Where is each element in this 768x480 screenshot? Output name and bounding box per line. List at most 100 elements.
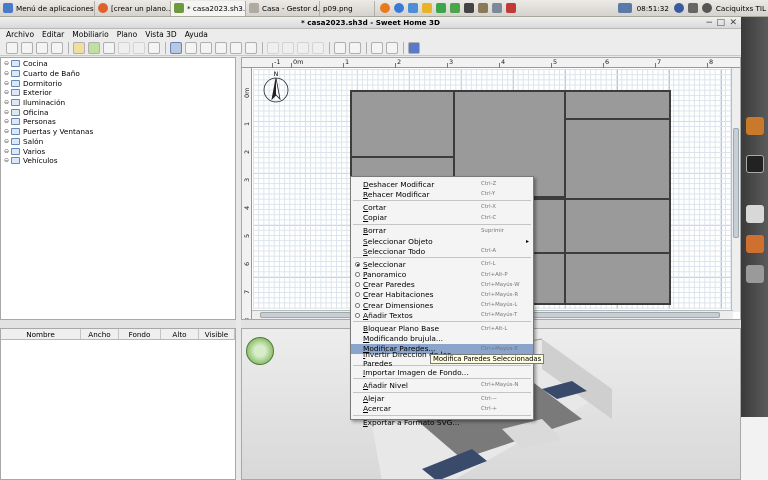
menu-item-anadir-nivel[interactable]: Añadir Nivel Ctrl+Mayús-N: [351, 380, 533, 390]
menu-item-alejar[interactable]: Alejar Ctrl-−: [351, 394, 533, 404]
gimp-icon[interactable]: [478, 3, 488, 13]
left-split-divider[interactable]: [0, 320, 236, 328]
pan-mode-icon[interactable]: [185, 41, 197, 54]
col-alto[interactable]: Alto: [161, 329, 199, 339]
chromium-icon[interactable]: [394, 3, 404, 13]
settings-icon[interactable]: [492, 3, 502, 13]
taskbar-app-menu[interactable]: Menú de aplicaciones: [0, 0, 95, 16]
expand-icon[interactable]: ⊖: [4, 89, 10, 96]
col-fondo[interactable]: Fondo: [119, 329, 161, 339]
taskbar-window-sweethome[interactable]: * casa2023.sh3...: [171, 0, 246, 16]
create-video-icon[interactable]: [386, 41, 398, 54]
maximize-button[interactable]: □: [716, 18, 725, 28]
compass[interactable]: N: [261, 70, 291, 106]
undo-icon[interactable]: [73, 41, 85, 54]
taskbar-window-image[interactable]: p09.png: [320, 0, 375, 16]
menu-editar[interactable]: Editar: [38, 30, 68, 39]
expand-icon[interactable]: ⊖: [4, 157, 10, 164]
user-icon[interactable]: [701, 3, 712, 13]
catalog-category-cocina[interactable]: ⊖ Cocina: [1, 59, 235, 69]
menu-item-crear-paredes[interactable]: Crear Paredes Ctrl+Mayús-W: [351, 280, 533, 290]
menu-vista3d[interactable]: Vista 3D: [141, 30, 180, 39]
text-style-icon[interactable]: [282, 41, 294, 54]
mail-icon[interactable]: [506, 3, 516, 13]
menu-item-seleccionar-objeto[interactable]: Seleccionar Objeto ▸: [351, 236, 533, 246]
menu-item-seleccionar-todo[interactable]: Seleccionar Todo Ctrl-A: [351, 246, 533, 256]
redo-icon[interactable]: [88, 41, 100, 54]
add-furniture-icon[interactable]: [148, 41, 160, 54]
menu-item-panoramico[interactable]: Panoramico Ctrl+Alt-P: [351, 270, 533, 280]
catalog-category-cuarto-de-bano[interactable]: ⊖ Cuarto de Baño: [1, 69, 235, 79]
room[interactable]: [564, 252, 671, 305]
rotate-text-icon[interactable]: [267, 41, 279, 54]
clock[interactable]: 08:51:32: [637, 4, 669, 13]
col-ancho[interactable]: Ancho: [81, 329, 119, 339]
room[interactable]: [564, 90, 671, 120]
close-button[interactable]: ✕: [729, 18, 737, 28]
bluetooth-icon[interactable]: [673, 3, 684, 13]
taskbar-window-browser[interactable]: [crear un plano...: [95, 0, 171, 16]
create-walls-icon[interactable]: [200, 41, 212, 54]
catalog-category-dormitorio[interactable]: ⊖ Dormitorio: [1, 78, 235, 88]
scrollbar-thumb[interactable]: [733, 128, 739, 238]
zoom-out-icon[interactable]: [334, 41, 346, 54]
firefox-icon[interactable]: [380, 3, 390, 13]
menu-item-bloquear-plano-base[interactable]: Bloquear Plano Base Ctrl+Alt-L: [351, 323, 533, 333]
room[interactable]: [564, 118, 671, 200]
text-italic-icon[interactable]: [312, 41, 324, 54]
cut-icon[interactable]: [103, 41, 115, 54]
impress-icon[interactable]: [450, 3, 460, 13]
save-icon[interactable]: [36, 41, 48, 54]
catalog-category-salon[interactable]: ⊖ Salón: [1, 137, 235, 147]
taskbar-window-files[interactable]: Casa - Gestor d...: [246, 0, 320, 16]
menu-item-borrar[interactable]: Borrar Suprimir: [351, 226, 533, 236]
network-icon[interactable]: [617, 3, 632, 13]
add-text-icon[interactable]: [245, 41, 257, 54]
writer-icon[interactable]: [408, 3, 418, 13]
trash-icon[interactable]: [746, 265, 764, 283]
audacity-icon[interactable]: [422, 3, 432, 13]
preferences-icon[interactable]: [51, 41, 63, 54]
menu-item-crear-habitaciones[interactable]: Crear Habitaciones Ctrl+Mayús-R: [351, 290, 533, 300]
expand-icon[interactable]: ⊖: [4, 80, 10, 87]
calc-icon[interactable]: [436, 3, 446, 13]
expand-icon[interactable]: ⊖: [4, 138, 10, 145]
expand-icon[interactable]: ⊖: [4, 60, 10, 67]
plan-vertical-scrollbar[interactable]: [731, 68, 740, 312]
audio-icon[interactable]: [687, 3, 698, 13]
image-viewer-icon[interactable]: [746, 205, 764, 223]
catalog-category-iluminacion[interactable]: ⊖ Iluminación: [1, 98, 235, 108]
menu-item-importar-imagen-de-fondo[interactable]: Importar Imagen de Fondo...: [351, 367, 533, 377]
expand-icon[interactable]: ⊖: [4, 99, 10, 106]
menu-item-crear-dimensiones[interactable]: Crear Dimensiones Ctrl+Mayús-L: [351, 300, 533, 310]
menu-plano[interactable]: Plano: [113, 30, 142, 39]
expand-icon[interactable]: ⊖: [4, 148, 10, 155]
room[interactable]: [564, 198, 671, 254]
menu-item-exportar-a-formato-svg[interactable]: Exportar a Formato SVG...: [351, 417, 533, 427]
menu-mobiliario[interactable]: Mobiliario: [68, 30, 112, 39]
new-icon[interactable]: [6, 41, 18, 54]
menu-item-anadir-textos[interactable]: Añadir Textos Ctrl+Mayús-T: [351, 310, 533, 320]
col-visible[interactable]: Visible: [199, 329, 235, 339]
menu-item-cortar[interactable]: Cortar Ctrl-X: [351, 202, 533, 212]
create-photo-icon[interactable]: [371, 41, 383, 54]
catalog-category-personas[interactable]: ⊖ Personas: [1, 117, 235, 127]
copy-icon[interactable]: [118, 41, 130, 54]
menu-archivo[interactable]: Archivo: [2, 30, 38, 39]
menu-item-acercar[interactable]: Acercar Ctrl-+: [351, 404, 533, 414]
catalog-category-varios[interactable]: ⊖ Varios: [1, 146, 235, 156]
room[interactable]: [350, 90, 455, 158]
menu-item-copiar[interactable]: Copiar Ctrl-C: [351, 213, 533, 223]
files-icon[interactable]: [746, 235, 764, 253]
user-name[interactable]: Caciquitxs TIL: [716, 4, 766, 13]
text-bold-icon[interactable]: [297, 41, 309, 54]
catalog-category-oficina[interactable]: ⊖ Oficina: [1, 107, 235, 117]
terminal-icon[interactable]: [746, 155, 764, 173]
catalog-category-vehiculos[interactable]: ⊖ Vehículos: [1, 156, 235, 166]
col-nombre[interactable]: Nombre: [1, 329, 81, 339]
terminal-icon[interactable]: [464, 3, 474, 13]
create-rooms-icon[interactable]: [215, 41, 227, 54]
catalog-category-exterior[interactable]: ⊖ Exterior: [1, 88, 235, 98]
expand-icon[interactable]: ⊖: [4, 128, 10, 135]
window-titlebar[interactable]: * casa2023.sh3d - Sweet Home 3D − □ ✕: [0, 17, 741, 29]
